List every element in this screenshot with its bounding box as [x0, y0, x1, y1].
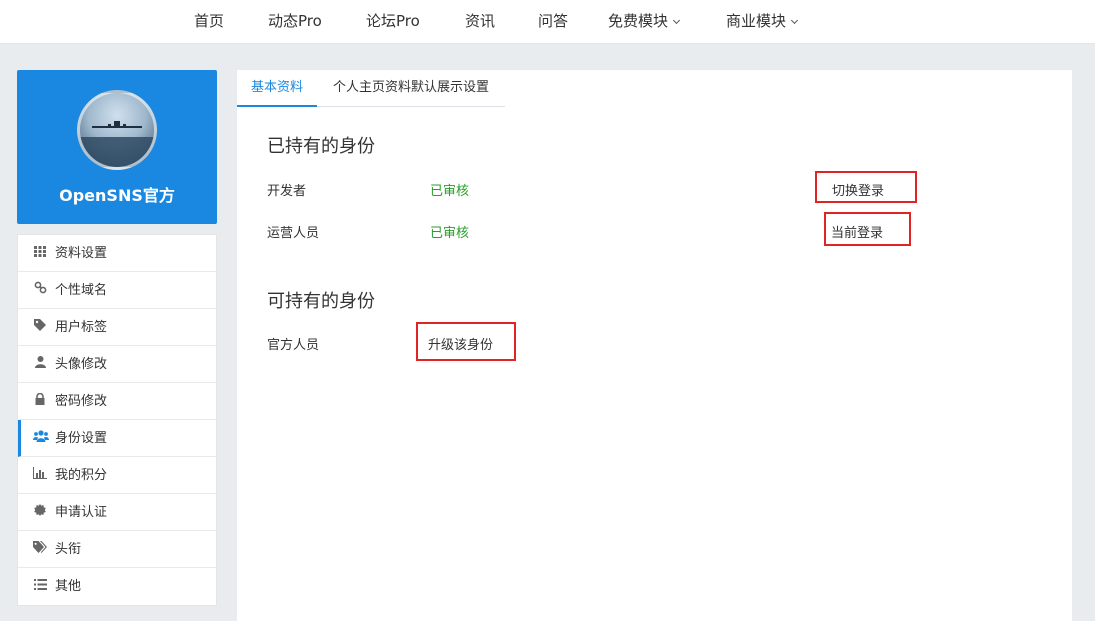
highlight-box — [824, 212, 911, 246]
profile-card: OpenSNS官方 — [17, 70, 217, 224]
lock-icon — [33, 383, 47, 419]
menu-item-titles[interactable]: 头衔 — [18, 531, 216, 568]
menu-item-user-tags[interactable]: 用户标签 — [18, 309, 216, 346]
nav-item-free-modules-label: 免费模块 — [608, 12, 669, 30]
menu-item-label: 申请认证 — [55, 505, 108, 520]
tab-basic-info[interactable]: 基本资料 — [237, 70, 317, 107]
highlight-box — [416, 322, 516, 361]
menu-item-label: 个性域名 — [55, 283, 108, 298]
menu-item-label: 头像修改 — [55, 357, 108, 372]
profile-name[interactable]: OpenSNS官方 — [17, 182, 217, 206]
menu-item-password-edit[interactable]: 密码修改 — [18, 383, 216, 420]
nav-item-free-modules[interactable]: 免费模块 — [608, 0, 681, 44]
menu-item-other[interactable]: 其他 — [18, 568, 216, 605]
identity-settings-panel: 基本资料 个人主页资料默认展示设置 已持有的身份 开发者 已审核 切换登录 运营… — [237, 70, 1072, 621]
tags-icon — [33, 531, 47, 567]
menu-item-avatar-edit[interactable]: 头像修改 — [18, 346, 216, 383]
settings-tabs: 基本资料 个人主页资料默认展示设置 — [237, 70, 505, 107]
nav-item-qa[interactable]: 问答 — [538, 0, 568, 44]
menu-item-custom-domain[interactable]: 个性域名 — [18, 272, 216, 309]
menu-item-label: 用户标签 — [55, 320, 108, 335]
menu-item-label: 其他 — [55, 579, 82, 594]
tab-homepage-display-settings[interactable]: 个人主页资料默认展示设置 — [333, 70, 489, 107]
identity-name: 运营人员 — [267, 226, 320, 241]
menu-item-identity-settings[interactable]: 身份设置 — [18, 420, 216, 457]
grid-icon — [33, 235, 47, 271]
identity-name: 开发者 — [267, 184, 307, 199]
menu-item-apply-certification[interactable]: 申请认证 — [18, 494, 216, 531]
list-icon — [33, 568, 47, 604]
identity-name: 官方人员 — [267, 338, 320, 353]
menu-item-label: 身份设置 — [55, 431, 108, 446]
menu-item-label: 头衔 — [55, 542, 82, 557]
avatar-image — [80, 121, 154, 167]
users-icon — [33, 420, 49, 456]
menu-item-my-points[interactable]: 我的积分 — [18, 457, 216, 494]
nav-item-news[interactable]: 资讯 — [465, 0, 495, 44]
nav-item-commercial-modules-label: 商业模块 — [726, 12, 787, 30]
nav-item-feed-pro[interactable]: 动态Pro — [268, 0, 322, 44]
settings-side-menu: 资料设置 个性域名 用户标签 头像修改 密码修改 身份设置 我的积分 申请认证 — [17, 234, 217, 606]
chevron-down-icon — [790, 16, 799, 25]
tag-icon — [33, 309, 47, 345]
chevron-down-icon — [672, 16, 681, 25]
bar-chart-icon — [33, 457, 47, 493]
menu-item-label: 资料设置 — [55, 246, 108, 261]
avatar[interactable] — [77, 90, 157, 170]
menu-item-profile-settings[interactable]: 资料设置 — [18, 235, 216, 272]
identity-status: 已审核 — [430, 184, 470, 199]
owned-identities-title: 已持有的身份 — [267, 136, 375, 157]
nav-item-forum-pro[interactable]: 论坛Pro — [366, 0, 420, 44]
link-icon — [33, 272, 47, 308]
highlight-box — [815, 171, 917, 203]
nav-item-commercial-modules[interactable]: 商业模块 — [726, 0, 799, 44]
top-navbar: 首页 动态Pro 论坛Pro 资讯 问答 免费模块 商业模块 — [0, 0, 1095, 44]
menu-item-label: 密码修改 — [55, 394, 108, 409]
menu-item-label: 我的积分 — [55, 468, 108, 483]
identity-status: 已审核 — [430, 226, 470, 241]
nav-item-home[interactable]: 首页 — [194, 0, 224, 44]
certificate-icon — [33, 494, 47, 530]
available-identities-title: 可持有的身份 — [267, 291, 375, 312]
user-icon — [33, 346, 47, 382]
